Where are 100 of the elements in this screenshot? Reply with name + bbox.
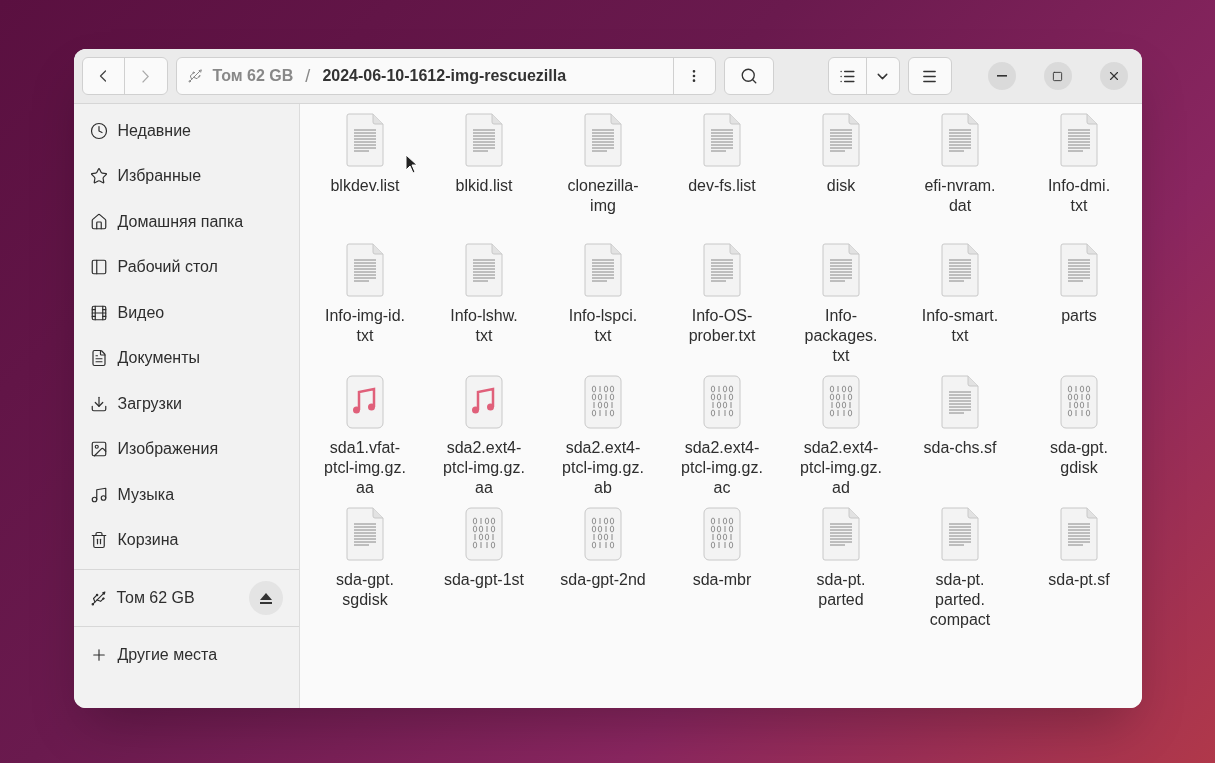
clock-icon — [89, 121, 108, 140]
file-item[interactable]: sda2.ext4- ptcl-img.gz. ab — [543, 374, 663, 498]
menu-button[interactable] — [907, 57, 952, 95]
minimize-icon — [996, 75, 1007, 77]
file-item[interactable]: sda-gpt. gdisk — [1019, 374, 1139, 498]
file-item[interactable]: parts — [1019, 242, 1139, 366]
file-item[interactable]: blkdev.list — [305, 112, 425, 234]
text-file-icon — [345, 506, 385, 562]
text-file-icon — [940, 506, 980, 562]
file-name: sda-gpt. sgdisk — [336, 570, 394, 610]
file-name: clonezilla- img — [567, 176, 639, 216]
sidebar-item[interactable]: Изображения — [73, 426, 299, 472]
desktop-icon — [89, 258, 108, 277]
file-item[interactable]: sda-gpt-2nd — [543, 506, 663, 630]
file-item[interactable]: sda2.ext4- ptcl-img.gz. aa — [424, 374, 544, 498]
file-item[interactable]: sda-pt. parted — [781, 506, 901, 630]
file-item[interactable]: Info-OS- prober.txt — [662, 242, 782, 366]
eject-button[interactable] — [248, 581, 283, 615]
file-name: sda-gpt-1st — [443, 570, 524, 590]
sidebar-item[interactable]: Корзина — [73, 517, 299, 563]
file-name: Info-img-id. txt — [325, 306, 405, 346]
trash-icon — [89, 531, 108, 550]
file-name: sda-gpt. gdisk — [1050, 438, 1108, 478]
text-file-icon — [702, 242, 742, 298]
sidebar-item[interactable]: Домашняя папка — [73, 199, 299, 245]
maximize-button[interactable] — [1043, 62, 1072, 90]
file-item[interactable]: Info- packages. txt — [781, 242, 901, 366]
sidebar-item[interactable]: Том 62 GB — [73, 576, 299, 620]
file-item[interactable]: sda2.ext4- ptcl-img.gz. ac — [662, 374, 782, 498]
music-file-icon — [464, 374, 504, 430]
file-name: Info- packages. txt — [804, 306, 878, 366]
binary-file-icon — [702, 374, 742, 430]
file-item[interactable]: sda-chs.sf — [900, 374, 1020, 498]
maximize-icon — [1052, 70, 1063, 82]
binary-file-icon — [702, 506, 742, 562]
search-button[interactable] — [723, 57, 774, 95]
file-item[interactable]: sda-pt. parted. compact — [900, 506, 1020, 630]
text-file-icon — [345, 112, 385, 168]
file-name: sda-pt. parted — [816, 570, 866, 610]
file-item[interactable]: Info-lshw. txt — [424, 242, 544, 366]
file-name: sda-gpt-2nd — [560, 570, 646, 590]
file-name: sda2.ext4- ptcl-img.gz. ab — [562, 438, 644, 498]
sidebar-item[interactable]: Рабочий стол — [73, 244, 299, 290]
text-file-icon — [464, 242, 504, 298]
file-name: sda-pt.sf — [1048, 570, 1110, 590]
text-file-icon — [1059, 506, 1099, 562]
text-file-icon — [464, 112, 504, 168]
film-icon — [89, 303, 108, 322]
folder-button[interactable]: 2024-06-10-1612-img-rescuezilla — [314, 64, 575, 88]
file-item[interactable]: sda-gpt-1st — [424, 506, 544, 630]
eject-icon — [259, 592, 272, 604]
sidebar-item[interactable]: Видео — [73, 290, 299, 336]
sidebar-item[interactable]: Загрузки — [73, 381, 299, 427]
text-file-icon — [940, 374, 980, 430]
file-item[interactable]: sda1.vfat- ptcl-img.gz. aa — [305, 374, 425, 498]
text-file-icon — [583, 242, 623, 298]
file-name: blkid.list — [455, 176, 513, 196]
file-item[interactable]: sda-gpt. sgdisk — [305, 506, 425, 630]
text-file-icon — [821, 506, 861, 562]
text-file-icon — [583, 112, 623, 168]
text-file-icon — [345, 242, 385, 298]
sidebar-item[interactable]: Избранные — [73, 153, 299, 199]
file-name: Info-lspci. txt — [568, 306, 638, 346]
usb-icon — [89, 589, 107, 607]
usb-icon — [186, 68, 203, 84]
file-item[interactable]: blkid.list — [424, 112, 544, 234]
sidebar-item[interactable]: Документы — [73, 335, 299, 381]
file-item[interactable]: dev-fs.list — [662, 112, 782, 234]
minimize-button[interactable] — [987, 62, 1016, 90]
file-item[interactable]: Info-dmi. txt — [1019, 112, 1139, 234]
file-item[interactable]: clonezilla- img — [543, 112, 663, 234]
search-icon — [739, 67, 758, 85]
file-name: Info-smart. txt — [921, 306, 999, 346]
sidebar-item[interactable]: Недавние — [73, 108, 299, 154]
text-file-icon — [702, 112, 742, 168]
file-name: sda-chs.sf — [923, 438, 997, 458]
binary-file-icon — [1059, 374, 1099, 430]
text-file-icon — [821, 112, 861, 168]
text-file-icon — [1059, 242, 1099, 298]
text-file-icon — [940, 242, 980, 298]
binary-file-icon — [821, 374, 861, 430]
file-item[interactable]: efi-nvram. dat — [900, 112, 1020, 234]
file-name: sda-mbr — [692, 570, 752, 590]
music-note-icon — [89, 485, 108, 504]
file-item[interactable]: sda-mbr — [662, 506, 782, 630]
sidebar-item[interactable]: Другие места — [73, 633, 299, 677]
file-name: sda2.ext4- ptcl-img.gz. ad — [800, 438, 882, 498]
file-item[interactable]: sda-pt.sf — [1019, 506, 1139, 630]
file-name: blkdev.list — [330, 176, 400, 196]
sidebar-item[interactable]: Музыка — [73, 472, 299, 518]
star-icon — [89, 167, 108, 186]
file-name: efi-nvram. dat — [924, 176, 996, 216]
file-name: Info-dmi. txt — [1047, 176, 1111, 216]
file-item[interactable]: Info-lspci. txt — [543, 242, 663, 366]
close-button[interactable] — [1099, 62, 1128, 90]
file-item[interactable]: Info-smart. txt — [900, 242, 1020, 366]
file-item[interactable]: disk — [781, 112, 901, 234]
file-name: disk — [826, 176, 856, 196]
file-item[interactable]: Info-img-id. txt — [305, 242, 425, 366]
file-item[interactable]: sda2.ext4- ptcl-img.gz. ad — [781, 374, 901, 498]
